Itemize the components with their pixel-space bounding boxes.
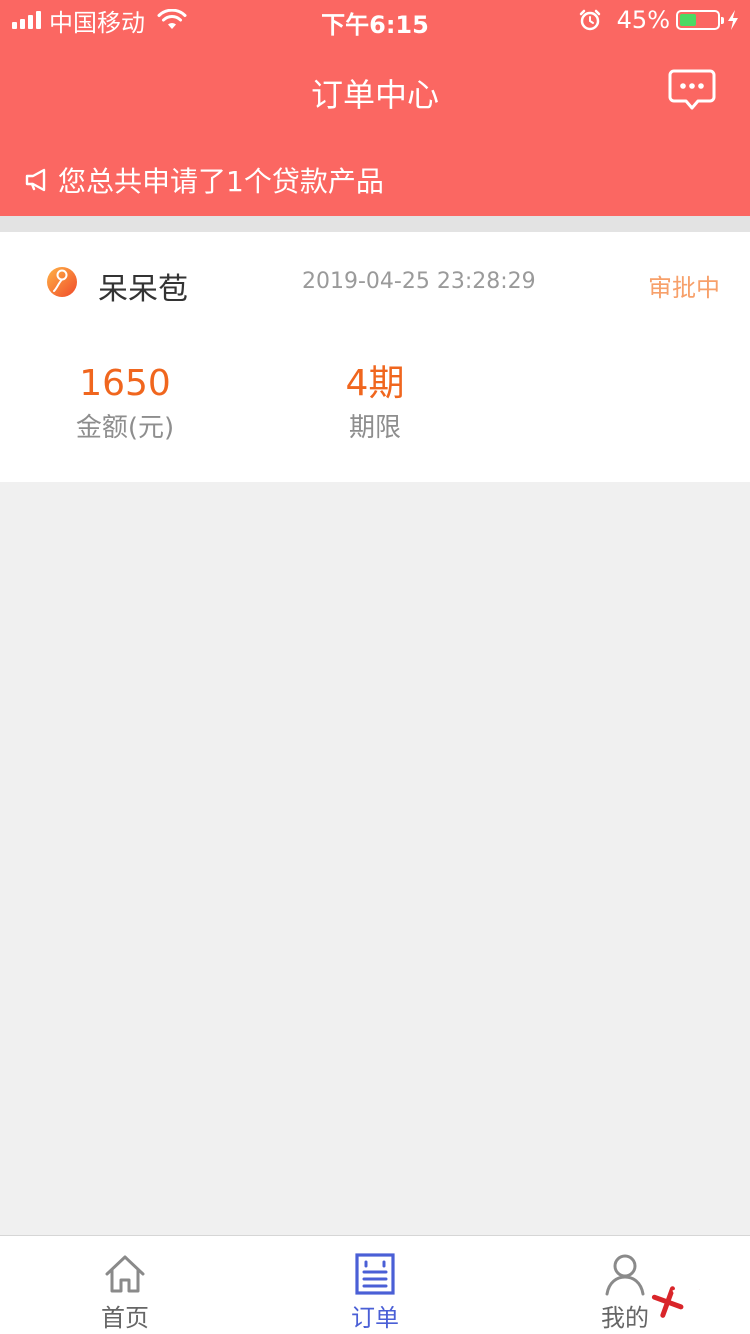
page-title: 订单中心 — [310, 76, 439, 114]
charging-bolt-icon — [728, 10, 738, 30]
tab-home[interactable]: 首页 — [0, 1236, 250, 1334]
alarm-clock-icon — [579, 9, 600, 31]
term-stat: 4期 期限 — [250, 362, 500, 446]
battery-percent: 45% — [616, 6, 670, 34]
header: 中国移动 下午6:15 45% 订单中心 您总共申请了1个贷款产品 — [0, 0, 750, 216]
order-time: 2019-04-25 23:28:29 — [302, 269, 536, 294]
tab-mine-label: 我的 — [601, 1304, 649, 1332]
amount-value: 1650 — [79, 363, 171, 404]
user-icon — [605, 1254, 645, 1296]
section-divider — [0, 216, 750, 232]
chat-bubble-icon — [668, 69, 716, 110]
tab-bar: 首页 订单 我的 — [0, 1235, 750, 1334]
tab-order[interactable]: 订单 — [250, 1236, 500, 1334]
message-button[interactable] — [668, 68, 716, 112]
notice-bar: 您总共申请了1个贷款产品 — [24, 160, 384, 200]
battery-level-fill — [680, 14, 697, 26]
amount-label: 金额(元) — [75, 413, 175, 443]
status-right: 45% — [579, 6, 740, 34]
status-badge: 审批中 — [648, 274, 720, 302]
product-name: 呆呆苞 — [98, 272, 188, 307]
tab-order-label: 订单 — [351, 1304, 399, 1332]
term-label: 期限 — [348, 413, 401, 443]
nav-bar: 订单中心 — [0, 40, 750, 140]
order-card[interactable]: 呆呆苞 2019-04-25 23:28:29 审批中 1650 金额(元) 4… — [0, 232, 750, 482]
order-center-page: 中国移动 下午6:15 45% 订单中心 您总共申请了1个贷款产品 呆呆苞 20… — [0, 0, 750, 1334]
megaphone-icon — [25, 168, 46, 192]
notice-text: 您总共申请了1个贷款产品 — [58, 165, 384, 198]
tab-home-label: 首页 — [101, 1304, 149, 1332]
battery-icon — [676, 10, 724, 30]
order-list-icon — [355, 1253, 395, 1295]
tab-mine[interactable]: 我的 — [500, 1236, 750, 1334]
amount-stat: 1650 金额(元) — [0, 362, 250, 446]
status-bar: 中国移动 下午6:15 45% — [0, 0, 750, 40]
home-icon — [105, 1255, 145, 1293]
term-value: 4期 — [345, 363, 405, 404]
product-logo-icon — [47, 267, 77, 297]
